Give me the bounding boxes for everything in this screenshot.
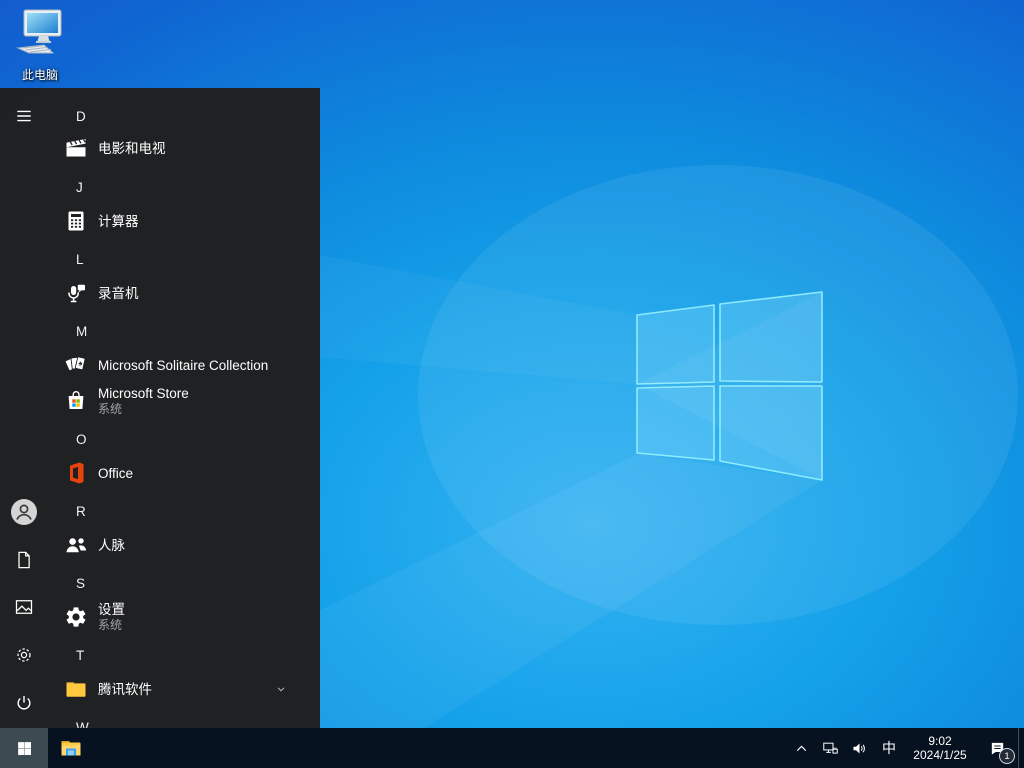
app-labels: 腾讯软件: [98, 681, 152, 698]
app-subtitle: 系统: [98, 402, 123, 416]
app-subtitle: 系统: [98, 618, 123, 632]
taskbar-file-explorer[interactable]: [48, 728, 94, 768]
show-desktop-button[interactable]: [1018, 728, 1024, 768]
tray-network-button[interactable]: [816, 728, 845, 768]
app-labels: Office: [98, 465, 133, 482]
gear-outline-icon: [14, 645, 34, 665]
start-menu: D 电影和电视 J 计算器 L 录音机 M ♠ Microsoft Solitaire Coll…: [0, 88, 320, 728]
store-icon: [64, 389, 88, 413]
start-menu-app[interactable]: 录音机: [48, 276, 316, 310]
letter-header-label: S: [76, 575, 86, 591]
app-labels: 设置 系统: [98, 601, 125, 633]
notification-badge: 1: [999, 748, 1015, 764]
desktop-icon-this-pc[interactable]: 此电脑: [11, 8, 69, 83]
letter-header-label: W: [76, 719, 89, 729]
app-title: 腾讯软件: [98, 681, 152, 697]
tray-clock[interactable]: 9:02 2024/1/25: [904, 728, 976, 768]
tray-expand-button[interactable]: [787, 728, 816, 768]
app-title: 录音机: [98, 285, 139, 301]
action-center-button[interactable]: 1: [976, 728, 1018, 768]
office-icon: [64, 461, 88, 485]
movies-tv-icon: [64, 136, 88, 160]
people-icon: [64, 533, 88, 557]
hamburger-icon: [14, 106, 34, 126]
letter-header[interactable]: T: [48, 643, 316, 667]
power-icon: [14, 693, 34, 713]
folder-icon: [64, 677, 88, 701]
app-labels: 录音机: [98, 285, 139, 302]
rail-power-button[interactable]: [0, 683, 48, 723]
start-menu-app[interactable]: 电影和电视: [48, 131, 316, 165]
letter-header[interactable]: J: [48, 175, 316, 199]
file-explorer-icon: [59, 736, 83, 760]
letter-header-label: R: [76, 503, 86, 519]
rail-settings-button[interactable]: [0, 635, 48, 675]
letter-header-label: M: [76, 323, 88, 339]
tray-volume-button[interactable]: [845, 728, 874, 768]
user-icon: [10, 498, 38, 526]
start-menu-app[interactable]: Office: [48, 456, 316, 490]
rail-user-button[interactable]: [0, 492, 48, 532]
tray-ime-indicator[interactable]: 中: [874, 728, 904, 768]
clock-time: 9:02: [928, 734, 952, 748]
taskbar: 中 9:02 2024/1/25 1: [0, 728, 1024, 768]
letter-header[interactable]: W: [48, 715, 316, 729]
network-icon: [822, 740, 839, 757]
calculator-icon: [64, 209, 88, 233]
speaker-icon: [851, 740, 868, 757]
desktop: 此电脑 D 电影和电视 J 计算器 L 录音机 M ♠ Microsoft Solitaire …: [0, 0, 1024, 768]
app-title: 设置: [98, 602, 125, 617]
app-labels: 电影和电视: [98, 140, 166, 157]
app-title: Microsoft Solitaire Collection: [98, 357, 269, 373]
start-menu-app[interactable]: 腾讯软件: [48, 672, 316, 706]
start-menu-app-list: D 电影和电视 J 计算器 L 录音机 M ♠ Microsoft Solitaire Coll…: [48, 88, 320, 728]
app-title: 计算器: [98, 213, 139, 229]
desktop-icon-label: 此电脑: [21, 68, 58, 82]
letter-header[interactable]: O: [48, 427, 316, 451]
chevron-down-icon: [274, 682, 288, 696]
app-title: 人脉: [98, 537, 125, 553]
app-labels: 计算器: [98, 213, 139, 230]
start-menu-app[interactable]: ♠ Microsoft Solitaire Collection: [48, 348, 316, 382]
app-title: Office: [98, 465, 134, 481]
letter-header[interactable]: M: [48, 319, 316, 343]
this-pc-icon: [13, 8, 67, 65]
letter-header[interactable]: R: [48, 499, 316, 523]
rail-expand-menu-button[interactable]: [0, 96, 48, 136]
letter-header-label: T: [76, 647, 85, 663]
chevron-up-icon: [793, 740, 810, 757]
letter-header-label: D: [76, 108, 86, 124]
rail-pictures-button[interactable]: [0, 587, 48, 627]
solitaire-icon: ♠: [64, 353, 88, 377]
voice-recorder-icon: [64, 281, 88, 305]
windows-logo-icon: [16, 740, 33, 757]
start-menu-app[interactable]: Microsoft Store 系统: [48, 379, 316, 423]
app-labels: 人脉: [98, 537, 125, 554]
letter-header-label: J: [76, 179, 83, 195]
app-labels: Microsoft Store 系统: [98, 385, 189, 417]
rail-documents-button[interactable]: [0, 540, 48, 580]
start-menu-app[interactable]: 计算器: [48, 204, 316, 238]
start-menu-rail: [0, 88, 48, 728]
letter-header[interactable]: S: [48, 571, 316, 595]
app-labels: Microsoft Solitaire Collection: [98, 357, 268, 374]
pictures-icon: [14, 597, 34, 617]
app-title: 电影和电视: [98, 140, 166, 156]
start-menu-app[interactable]: 设置 系统: [48, 595, 316, 639]
start-menu-app[interactable]: 人脉: [48, 528, 316, 562]
letter-header-label: O: [76, 431, 87, 447]
start-button[interactable]: [0, 728, 48, 768]
system-tray: 中 9:02 2024/1/25 1: [787, 728, 1024, 768]
app-title: Microsoft Store: [98, 386, 189, 401]
letter-header-label: L: [76, 251, 84, 267]
letter-header[interactable]: D: [48, 104, 316, 128]
document-icon: [14, 550, 34, 570]
letter-header[interactable]: L: [48, 247, 316, 271]
clock-date: 2024/1/25: [913, 748, 967, 762]
gear-filled-icon: [64, 605, 88, 629]
